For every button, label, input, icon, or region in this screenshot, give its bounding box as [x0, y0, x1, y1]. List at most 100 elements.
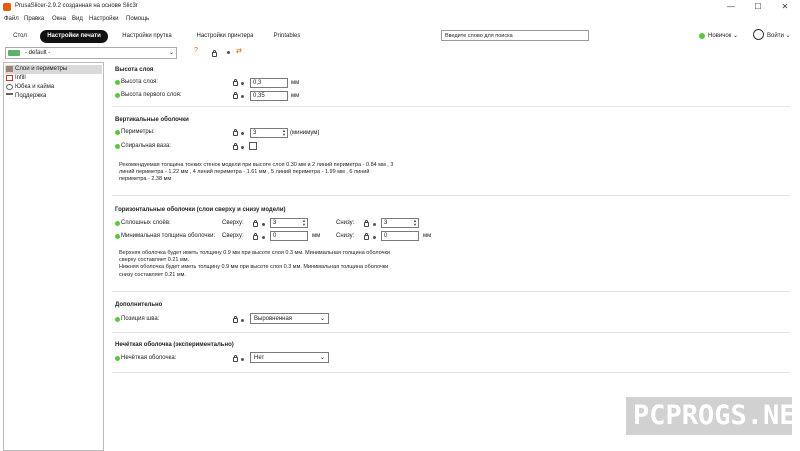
top-min-thickness-input[interactable]: 0 [270, 231, 308, 241]
layer-height-label: Высота слоя: [121, 79, 159, 85]
menu-help[interactable]: Помощь [126, 16, 149, 22]
sidebar-item-infill[interactable]: Infill [5, 74, 26, 83]
horizontal-shells-description: Верхняя оболочка будет иметь толщину 0.9… [119, 250, 390, 278]
search-input[interactable]: Введите слово для поиска [441, 30, 589, 41]
layer-height-input[interactable]: 0,3 [250, 78, 288, 88]
option-status-icon [115, 130, 120, 135]
reset-dot-icon[interactable] [241, 95, 244, 98]
reset-dot-icon[interactable] [262, 236, 265, 239]
option-status-icon [115, 356, 120, 361]
reset-dot-icon[interactable] [241, 82, 244, 85]
reset-dot-icon[interactable] [241, 132, 244, 135]
login-button[interactable]: Войти ⌄ [767, 32, 791, 39]
bottom-min-thickness-unit: мм [423, 233, 432, 239]
maximize-button[interactable]: ☐ [745, 1, 771, 13]
seam-position-select[interactable]: Выровненная ⌄ [250, 313, 329, 324]
lock-icon[interactable] [233, 355, 238, 362]
preset-flag-icon [8, 50, 20, 56]
top-solid-layers-spinner[interactable]: 3 ▲ ▼ [270, 218, 308, 228]
mode-indicator-icon [699, 33, 705, 39]
layers-icon [6, 66, 13, 72]
section-layer-height [112, 64, 790, 107]
first-layer-height-label: Высота первого слоя: [121, 92, 182, 98]
bottom-min-thickness-label: Снизу: [336, 233, 355, 239]
perimeters-spinner[interactable]: 3 ▲ ▼ [250, 128, 288, 138]
menu-file[interactable]: Файл [4, 16, 19, 22]
layer-height-unit: мм [291, 80, 300, 86]
lock-icon[interactable] [233, 143, 238, 150]
tab-filament-settings[interactable]: Настройки прутка [114, 30, 180, 43]
user-avatar-icon[interactable] [753, 29, 764, 40]
spiral-vase-checkbox[interactable] [249, 142, 257, 150]
option-status-icon [115, 234, 120, 239]
menu-windows[interactable]: Окна [52, 16, 66, 22]
sidebar-item-skirt[interactable]: Юбка и кайма [5, 83, 54, 92]
vertical-shells-description: Рекомендуемая толщина тонких стенок моде… [119, 162, 394, 183]
section-vertical-shells [112, 114, 790, 196]
reset-dot-icon[interactable] [241, 319, 244, 322]
reset-dot-icon[interactable] [373, 223, 376, 226]
title-bar: PrusaSlicer-2.9.2 созданная на основе Sl… [0, 0, 800, 14]
solid-layers-label: Сплошных слоёв: [121, 220, 171, 226]
menu-settings[interactable]: Настройки [89, 16, 118, 22]
top-layers-label: Сверху: [222, 220, 244, 226]
reset-dot-icon[interactable] [241, 358, 244, 361]
fuzzy-skin-label: Нечёткая оболочка: [121, 355, 177, 361]
menu-edit[interactable]: Правка [24, 16, 44, 22]
option-status-icon [115, 221, 120, 226]
option-status-icon [115, 317, 120, 322]
min-shell-thickness-label: Минимальная толщина оболочки: [121, 233, 216, 239]
help-icon[interactable]: ? [194, 47, 198, 54]
reset-dot-icon[interactable] [373, 236, 376, 239]
infill-icon [6, 75, 13, 81]
tab-printer-settings[interactable]: Настройки принтера [188, 30, 262, 43]
mode-selector[interactable]: Новичок ⌄ [708, 32, 738, 39]
lock-icon[interactable] [253, 220, 258, 227]
fuzzy-skin-select[interactable]: Нет ⌄ [250, 352, 329, 363]
bottom-solid-layers-spinner[interactable]: 3 ▲ ▼ [381, 218, 419, 228]
minimize-button[interactable]: — [718, 1, 744, 13]
reset-dot-icon[interactable] [241, 146, 244, 149]
section-title-fuzzy-skin: Нечёткая оболочка (экспериментально) [115, 342, 234, 348]
chevron-down-icon: ⌄ [319, 316, 325, 322]
lock-icon[interactable] [364, 220, 369, 227]
sidebar-item-support[interactable]: Поддержка [5, 92, 46, 101]
perimeters-label: Периметры: [121, 129, 155, 135]
spinner-arrows-icon[interactable]: ▲ ▼ [302, 219, 306, 227]
lock-icon[interactable] [233, 316, 238, 323]
menu-view[interactable]: Вид [72, 16, 83, 22]
lock-icon[interactable] [364, 233, 369, 240]
section-title-advanced: Дополнительно [115, 302, 163, 308]
app-logo-icon [3, 3, 11, 11]
support-icon [6, 93, 13, 99]
lock-icon[interactable] [253, 233, 258, 240]
compare-icon[interactable]: ⇄ [236, 47, 242, 55]
close-button[interactable]: ✕ [772, 1, 798, 13]
tab-print-settings[interactable]: Настройки печати [40, 30, 108, 43]
spinner-arrows-icon[interactable]: ▲ ▼ [282, 129, 286, 137]
tab-printables[interactable]: Printables [268, 30, 306, 43]
first-layer-height-input[interactable]: 0,35 [250, 91, 288, 101]
print-preset-select[interactable]: - default - ⌄ [5, 47, 177, 59]
tab-plater[interactable]: Стол [5, 30, 35, 43]
lock-icon[interactable] [233, 92, 238, 99]
bottom-layers-label: Снизу: [336, 220, 355, 226]
sidebar-item-layers[interactable]: Слои и периметры [5, 65, 102, 74]
bottom-min-thickness-input[interactable]: 0 [381, 231, 419, 241]
skirt-icon [6, 84, 13, 90]
spiral-vase-label: Спиральная ваза: [121, 143, 171, 149]
reset-dot-icon[interactable] [262, 223, 265, 226]
menu-bar: Файл Правка Окна Вид Настройки Помощь [0, 14, 800, 26]
lock-icon[interactable] [233, 129, 238, 136]
spinner-arrows-icon[interactable]: ▲ ▼ [413, 219, 417, 227]
section-title-horizontal-shells: Горизонтальные оболочки (слои сверху и с… [115, 207, 286, 213]
settings-tree: Слои и периметры Infill Юбка и кайма Под… [3, 62, 104, 451]
section-advanced [112, 300, 790, 333]
system-value-icon [227, 51, 230, 54]
watermark: PCPROGS.NET [633, 400, 800, 431]
lock-icon[interactable] [233, 79, 238, 86]
perimeters-unit: (минимум) [290, 130, 320, 136]
seam-position-label: Позиция шва: [121, 316, 160, 322]
window-title: PrusaSlicer-2.9.2 созданная на основе Sl… [15, 3, 138, 9]
lock-icon [212, 50, 217, 57]
